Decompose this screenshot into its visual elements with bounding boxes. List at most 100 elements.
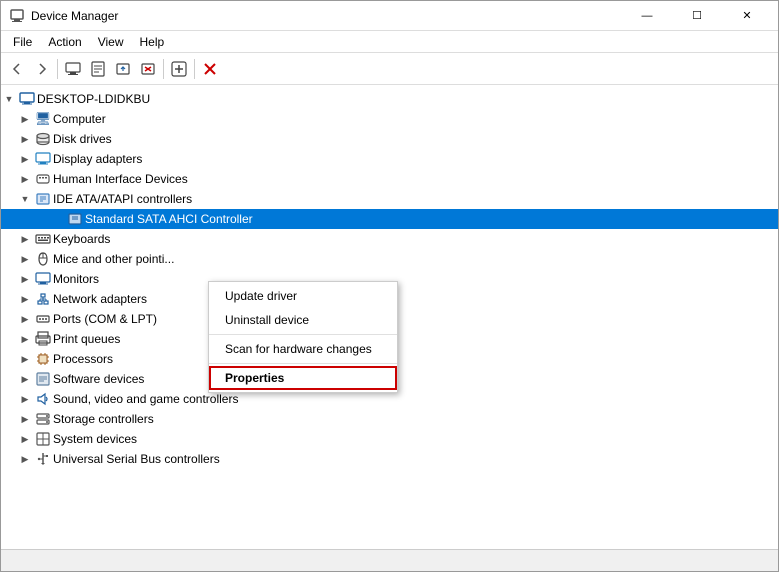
menu-action[interactable]: Action bbox=[40, 33, 89, 51]
menu-bar: File Action View Help bbox=[1, 31, 778, 53]
ports-expand-icon[interactable]: ▶ bbox=[17, 311, 33, 327]
maximize-button[interactable]: ☐ bbox=[674, 1, 720, 31]
menu-file[interactable]: File bbox=[5, 33, 40, 51]
minimize-button[interactable]: — bbox=[624, 1, 670, 31]
toolbar-sep-2 bbox=[163, 59, 164, 79]
window-controls: — ☐ ✕ bbox=[624, 1, 770, 31]
disk-expand-icon[interactable]: ▶ bbox=[17, 131, 33, 147]
network-expand-icon[interactable]: ▶ bbox=[17, 291, 33, 307]
toolbar bbox=[1, 53, 778, 85]
root-computer-icon bbox=[19, 91, 35, 107]
tree-item-mice[interactable]: ▶ Mice and other pointi... bbox=[1, 249, 778, 269]
toolbar-uninstall-button[interactable] bbox=[136, 57, 160, 81]
ide-expand-icon[interactable]: ▼ bbox=[17, 191, 33, 207]
network-label: Network adapters bbox=[53, 292, 147, 306]
tree-item-display-adapters[interactable]: ▶ Display adapters bbox=[1, 149, 778, 169]
tree-item-usb[interactable]: ▶ Universal Serial Bus controllers bbox=[1, 449, 778, 469]
sata-label: Standard SATA AHCI Controller bbox=[85, 212, 253, 226]
tree-item-keyboards[interactable]: ▶ Keyboards bbox=[1, 229, 778, 249]
monitors-icon bbox=[35, 271, 51, 287]
status-bar bbox=[1, 549, 778, 571]
system-icon bbox=[35, 431, 51, 447]
context-menu-uninstall-device[interactable]: Uninstall device bbox=[209, 308, 397, 332]
app-icon bbox=[9, 8, 25, 24]
sound-expand-icon[interactable]: ▶ bbox=[17, 391, 33, 407]
keyboards-expand-icon[interactable]: ▶ bbox=[17, 231, 33, 247]
main-content: ▼ DESKTOP-LDIDKBU ▶ 🖥 Computer ▶ bbox=[1, 85, 778, 549]
toolbar-computer-button[interactable] bbox=[61, 57, 85, 81]
tree-item-computer[interactable]: ▶ 🖥 Computer bbox=[1, 109, 778, 129]
disk-icon bbox=[35, 131, 51, 147]
ports-icon bbox=[35, 311, 51, 327]
software-icon bbox=[35, 371, 51, 387]
software-label: Software devices bbox=[53, 372, 144, 386]
sound-label: Sound, video and game controllers bbox=[53, 392, 238, 406]
toolbar-update-driver-button[interactable] bbox=[111, 57, 135, 81]
title-bar: Device Manager — ☐ ✕ bbox=[1, 1, 778, 31]
storage-label: Storage controllers bbox=[53, 412, 154, 426]
system-expand-icon[interactable]: ▶ bbox=[17, 431, 33, 447]
display-icon bbox=[35, 151, 51, 167]
toolbar-back-button[interactable] bbox=[5, 57, 29, 81]
menu-help[interactable]: Help bbox=[132, 33, 173, 51]
hid-label: Human Interface Devices bbox=[53, 172, 188, 186]
ide-icon bbox=[35, 191, 51, 207]
tree-item-hid[interactable]: ▶ Human Interface Devices bbox=[1, 169, 778, 189]
processors-icon bbox=[35, 351, 51, 367]
print-label: Print queues bbox=[53, 332, 120, 346]
toolbar-sep-3 bbox=[194, 59, 195, 79]
usb-icon bbox=[35, 451, 51, 467]
tree-item-sata[interactable]: ▶ Standard SATA AHCI Controller bbox=[1, 209, 778, 229]
tree-item-storage[interactable]: ▶ Storage controllers bbox=[1, 409, 778, 429]
context-menu-sep-1 bbox=[209, 334, 397, 335]
mice-expand-icon[interactable]: ▶ bbox=[17, 251, 33, 267]
toolbar-delete-button[interactable] bbox=[198, 57, 222, 81]
print-expand-icon[interactable]: ▶ bbox=[17, 331, 33, 347]
ide-label: IDE ATA/ATAPI controllers bbox=[53, 192, 192, 206]
display-expand-icon[interactable]: ▶ bbox=[17, 151, 33, 167]
tree-root[interactable]: ▼ DESKTOP-LDIDKBU bbox=[1, 89, 778, 109]
context-menu-sep-2 bbox=[209, 363, 397, 364]
ports-label: Ports (COM & LPT) bbox=[53, 312, 157, 326]
storage-expand-icon[interactable]: ▶ bbox=[17, 411, 33, 427]
mice-label: Mice and other pointi... bbox=[53, 252, 174, 266]
usb-expand-icon[interactable]: ▶ bbox=[17, 451, 33, 467]
print-icon bbox=[35, 331, 51, 347]
tree-item-ide[interactable]: ▼ IDE ATA/ATAPI controllers bbox=[1, 189, 778, 209]
processors-expand-icon[interactable]: ▶ bbox=[17, 351, 33, 367]
mice-icon bbox=[35, 251, 51, 267]
keyboards-label: Keyboards bbox=[53, 232, 110, 246]
context-menu-update-driver[interactable]: Update driver bbox=[209, 284, 397, 308]
toolbar-properties-button[interactable] bbox=[86, 57, 110, 81]
root-expand-icon[interactable]: ▼ bbox=[1, 91, 17, 107]
processors-label: Processors bbox=[53, 352, 113, 366]
tree-item-system[interactable]: ▶ System devices bbox=[1, 429, 778, 449]
sata-icon bbox=[67, 211, 83, 227]
usb-label: Universal Serial Bus controllers bbox=[53, 452, 220, 466]
keyboards-icon bbox=[35, 231, 51, 247]
monitors-expand-icon[interactable]: ▶ bbox=[17, 271, 33, 287]
storage-icon bbox=[35, 411, 51, 427]
computer-expand-icon[interactable]: ▶ bbox=[17, 111, 33, 127]
toolbar-forward-button[interactable] bbox=[30, 57, 54, 81]
context-menu: Update driver Uninstall device Scan for … bbox=[208, 281, 398, 393]
monitors-label: Monitors bbox=[53, 272, 99, 286]
tree-item-disk-drives[interactable]: ▶ Disk drives bbox=[1, 129, 778, 149]
network-icon bbox=[35, 291, 51, 307]
menu-view[interactable]: View bbox=[90, 33, 132, 51]
computer-label: Computer bbox=[53, 112, 106, 126]
toolbar-sep-1 bbox=[57, 59, 58, 79]
root-label: DESKTOP-LDIDKBU bbox=[37, 92, 150, 106]
system-label: System devices bbox=[53, 432, 137, 446]
sound-icon bbox=[35, 391, 51, 407]
context-menu-scan[interactable]: Scan for hardware changes bbox=[209, 337, 397, 361]
device-manager-window: Device Manager — ☐ ✕ File Action View He… bbox=[0, 0, 779, 572]
close-button[interactable]: ✕ bbox=[724, 1, 770, 31]
context-menu-properties[interactable]: Properties bbox=[209, 366, 397, 390]
disk-label: Disk drives bbox=[53, 132, 112, 146]
software-expand-icon[interactable]: ▶ bbox=[17, 371, 33, 387]
computer-icon: 🖥 bbox=[35, 111, 51, 127]
toolbar-scan-button[interactable] bbox=[167, 57, 191, 81]
hid-expand-icon[interactable]: ▶ bbox=[17, 171, 33, 187]
hid-icon bbox=[35, 171, 51, 187]
